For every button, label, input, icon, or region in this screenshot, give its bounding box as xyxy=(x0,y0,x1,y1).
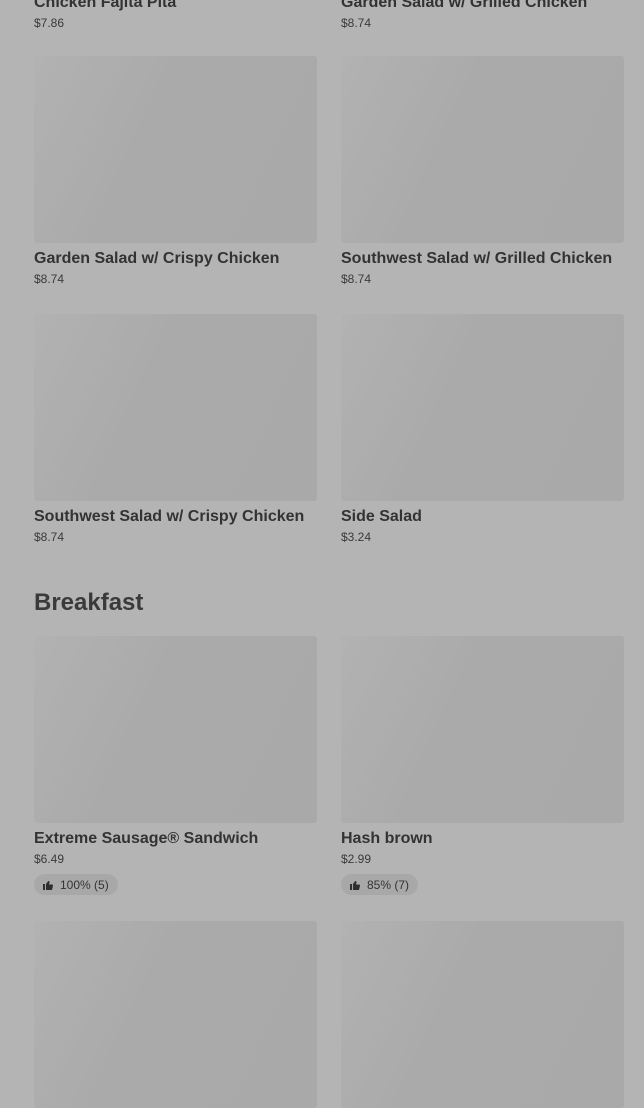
item-name: Garden Salad w/ Grilled Chicken xyxy=(341,0,588,11)
rating-text: 100% (5) xyxy=(60,877,109,892)
item-price: $2.99 xyxy=(341,852,372,866)
item-name: Hash brown xyxy=(341,830,433,847)
menu-item-card[interactable]: Hash brown $2.99 85% (7) xyxy=(341,636,624,896)
item-price: $8.74 xyxy=(34,530,65,544)
item-price: $8.74 xyxy=(341,16,372,30)
item-name: Southwest Salad w/ Crispy Chicken xyxy=(34,508,305,525)
menu-item-card[interactable]: Southwest Salad w/ Crispy Chicken $8.74 xyxy=(34,314,317,544)
item-image[interactable] xyxy=(34,921,317,1108)
menu-item-card[interactable]: Chicken Fajita Pita $7.86 xyxy=(34,0,317,30)
item-name: Garden Salad w/ Crispy Chicken xyxy=(34,250,280,267)
item-name: Extreme Sausage® Sandwich xyxy=(34,830,259,847)
item-name: Chicken Fajita Pita xyxy=(34,0,177,11)
item-price: $8.74 xyxy=(34,272,65,286)
menu-page: Chicken Fajita Pita $7.86 Garden Salad w… xyxy=(0,0,644,1108)
item-price: $6.49 xyxy=(34,852,65,866)
menu-item-card[interactable] xyxy=(341,921,624,1108)
item-image[interactable] xyxy=(341,314,624,501)
item-image[interactable] xyxy=(34,636,317,823)
menu-item-card[interactable]: Southwest Salad w/ Grilled Chicken $8.74 xyxy=(341,56,624,286)
thumbs-up-icon xyxy=(350,880,361,890)
item-image[interactable] xyxy=(34,314,317,501)
menu-item-card[interactable]: Side Salad $3.24 xyxy=(341,314,624,544)
item-name: Southwest Salad w/ Grilled Chicken xyxy=(341,250,613,267)
rating-badge: 85% (7) xyxy=(341,874,419,895)
rating-badge: 100% (5) xyxy=(34,874,118,895)
item-image[interactable] xyxy=(341,921,624,1108)
rating-text: 85% (7) xyxy=(367,877,410,892)
menu-item-card[interactable]: Garden Salad w/ Grilled Chicken $8.74 xyxy=(341,0,624,30)
menu-item-card[interactable] xyxy=(34,921,317,1108)
item-image[interactable] xyxy=(34,56,317,243)
section-title-breakfast: Breakfast xyxy=(34,589,144,616)
menu-item-card[interactable]: Extreme Sausage® Sandwich $6.49 100% (5) xyxy=(34,636,317,896)
item-name: Side Salad xyxy=(341,508,422,525)
thumbs-up-icon xyxy=(43,880,54,890)
item-price: $3.24 xyxy=(341,530,372,544)
menu-item-card[interactable]: Garden Salad w/ Crispy Chicken $8.74 xyxy=(34,56,317,286)
item-price: $8.74 xyxy=(341,272,372,286)
item-price: $7.86 xyxy=(34,16,65,30)
item-image[interactable] xyxy=(341,636,624,823)
item-image[interactable] xyxy=(341,56,624,243)
